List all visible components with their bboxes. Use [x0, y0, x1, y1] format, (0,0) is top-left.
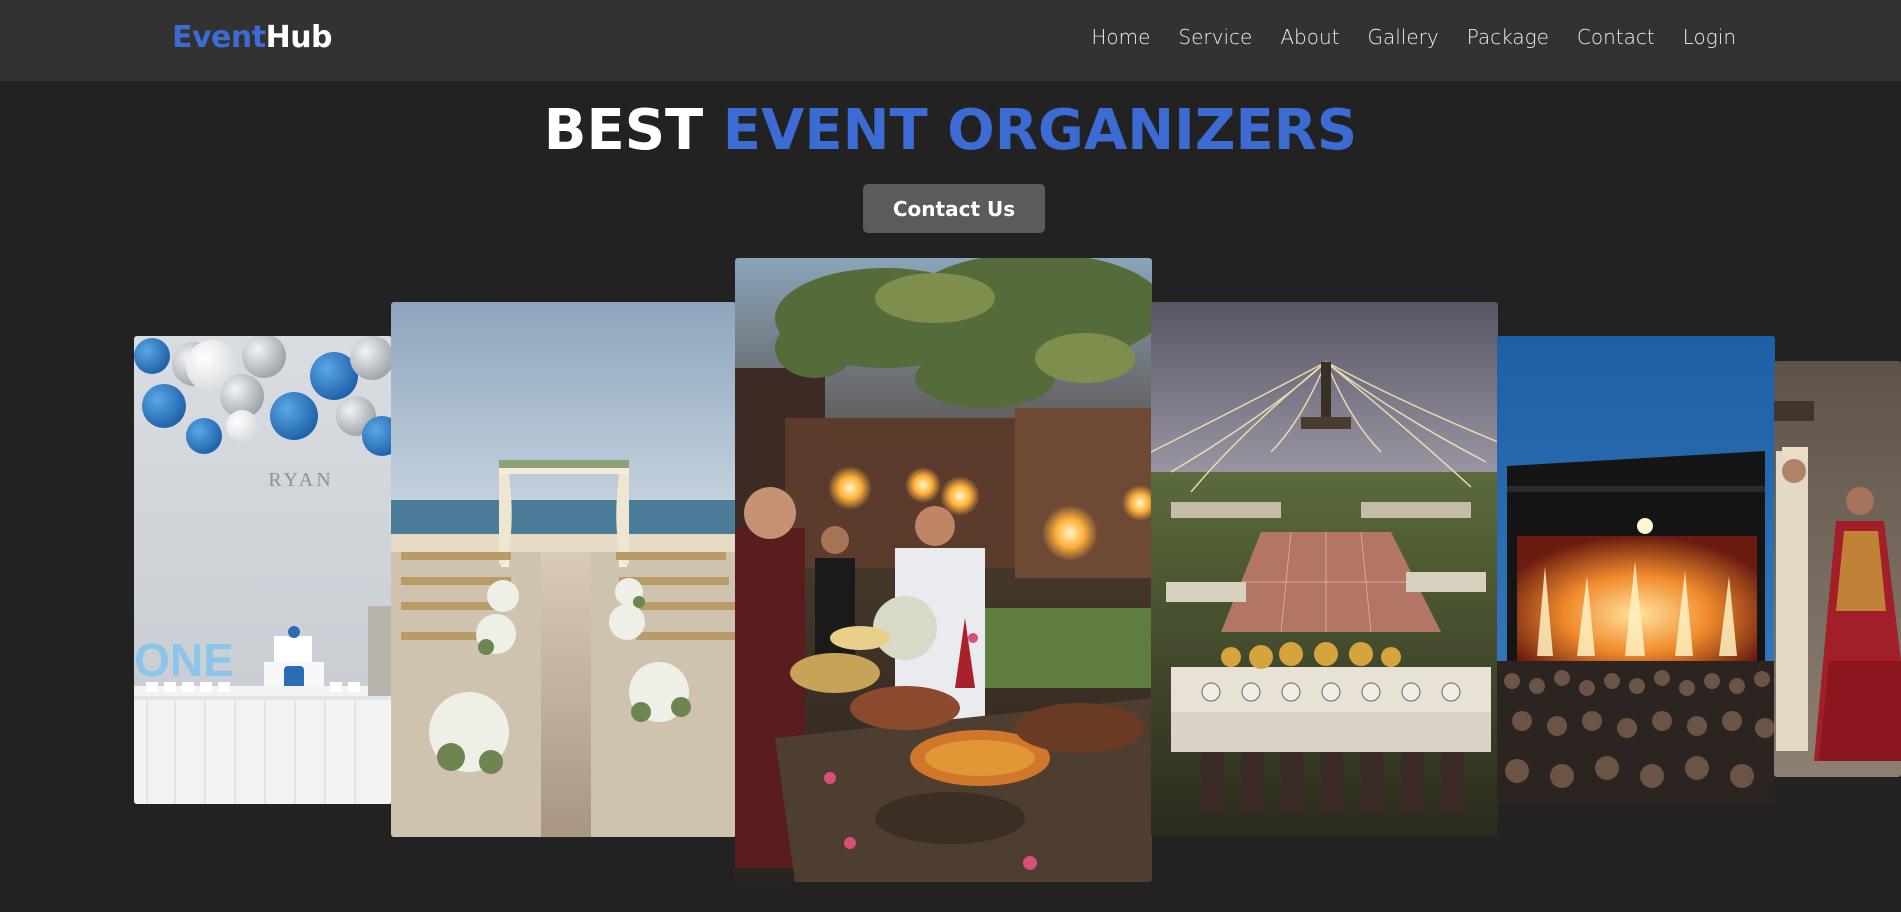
- nav-link-gallery[interactable]: Gallery: [1367, 25, 1438, 49]
- nav-link-service[interactable]: Service: [1178, 25, 1252, 49]
- brand-logo-part1: Event: [172, 20, 266, 55]
- catering-photo: [735, 258, 1152, 882]
- gallery-image-concert[interactable]: [1497, 336, 1775, 804]
- gallery-image-birthday[interactable]: RYAN ONE: [134, 336, 392, 804]
- nav-link-contact[interactable]: Contact: [1577, 25, 1655, 49]
- contact-us-button[interactable]: Contact Us: [863, 184, 1045, 233]
- birthday-name-text: RYAN: [268, 469, 333, 491]
- gallery-image-wedding-couple[interactable]: [1774, 361, 1901, 777]
- brand-logo[interactable]: EventHub: [172, 20, 333, 55]
- wedding-couple-photo: [1774, 361, 1901, 777]
- nav-link-about[interactable]: About: [1280, 25, 1339, 49]
- gallery-image-catering[interactable]: [735, 258, 1152, 882]
- nav-link-home[interactable]: Home: [1091, 25, 1150, 49]
- navbar: EventHub Home Service About Gallery Pack…: [0, 0, 1901, 81]
- nav-link-package[interactable]: Package: [1467, 25, 1549, 49]
- beach-wedding-photo: [391, 302, 736, 837]
- gallery-image-outdoor-reception[interactable]: [1151, 302, 1498, 837]
- nav-menu: Home Service About Gallery Package Conta…: [1091, 25, 1736, 49]
- outdoor-reception-photo: [1151, 302, 1498, 837]
- brand-logo-part2: Hub: [265, 20, 333, 55]
- hero-title-blue: EVENT ORGANIZERS: [722, 98, 1358, 163]
- nav-link-login[interactable]: Login: [1683, 25, 1736, 49]
- concert-photo: [1497, 336, 1775, 804]
- birthday-sign-text: ONE: [134, 634, 234, 686]
- birthday-photo: RYAN ONE: [134, 336, 392, 804]
- gallery-image-beach-wedding[interactable]: [391, 302, 736, 837]
- hero-title: BEST EVENT ORGANIZERS: [0, 98, 1901, 163]
- hero-title-white: BEST: [543, 98, 723, 163]
